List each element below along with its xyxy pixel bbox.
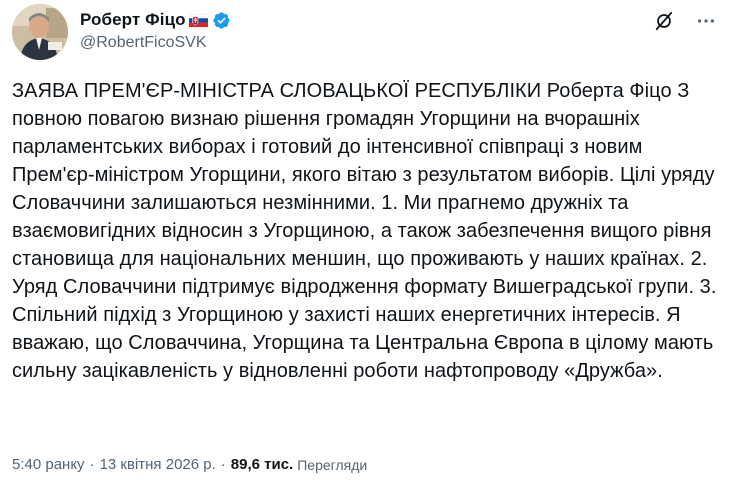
tweet-meta: 5:40 ранку · 13 квітня 2026 р. · 89,6 ти… [12,456,367,473]
verified-badge-icon [212,11,231,30]
meta-separator: · [89,456,95,473]
tweet-time[interactable]: 5:40 ранку [12,456,85,473]
avatar[interactable] [12,4,68,60]
grok-icon[interactable] [653,10,675,32]
avatar-image [12,4,68,60]
tweet-header: Роберт Фіцо @RobertFicoSVK [12,4,717,62]
author-name-row: Роберт Фіцо [80,8,231,32]
meta-separator: · [220,456,226,473]
author-handle[interactable]: @RobertFicoSVK [80,34,231,52]
views-label: Перегляди [297,456,368,473]
author-info: Роберт Фіцо @RobertFicoSVK [80,8,231,52]
tweet-text: ЗАЯВА ПРЕМ'ЄР-МІНІСТРА СЛОВАЦЬКОЇ РЕСПУБ… [12,80,717,382]
tweet-date[interactable]: 13 квітня 2026 р. [100,456,216,473]
slovakia-flag-icon [188,13,208,27]
views-count: 89,6 тис. [230,456,294,473]
author-display-name[interactable]: Роберт Фіцо [80,10,186,30]
more-icon[interactable] [695,10,717,32]
header-actions [633,10,717,32]
